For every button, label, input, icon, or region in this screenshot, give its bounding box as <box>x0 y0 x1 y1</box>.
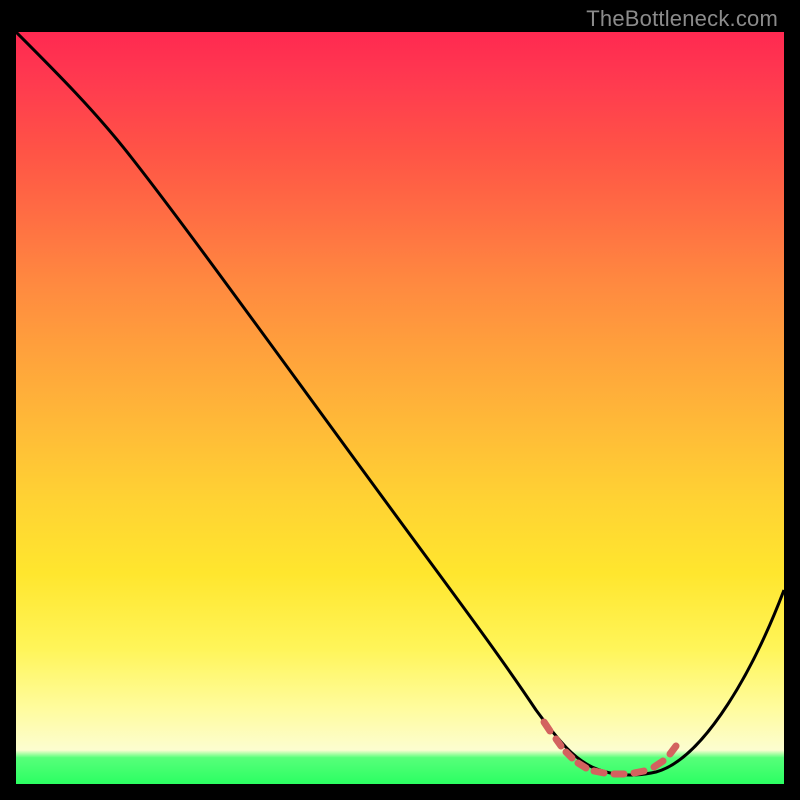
bottleneck-curve <box>16 32 784 775</box>
watermark-text: TheBottleneck.com <box>586 6 778 32</box>
optimum-marker <box>544 722 676 774</box>
plot-area <box>16 32 784 784</box>
curve-layer <box>16 32 784 784</box>
chart-frame: TheBottleneck.com <box>16 4 784 796</box>
